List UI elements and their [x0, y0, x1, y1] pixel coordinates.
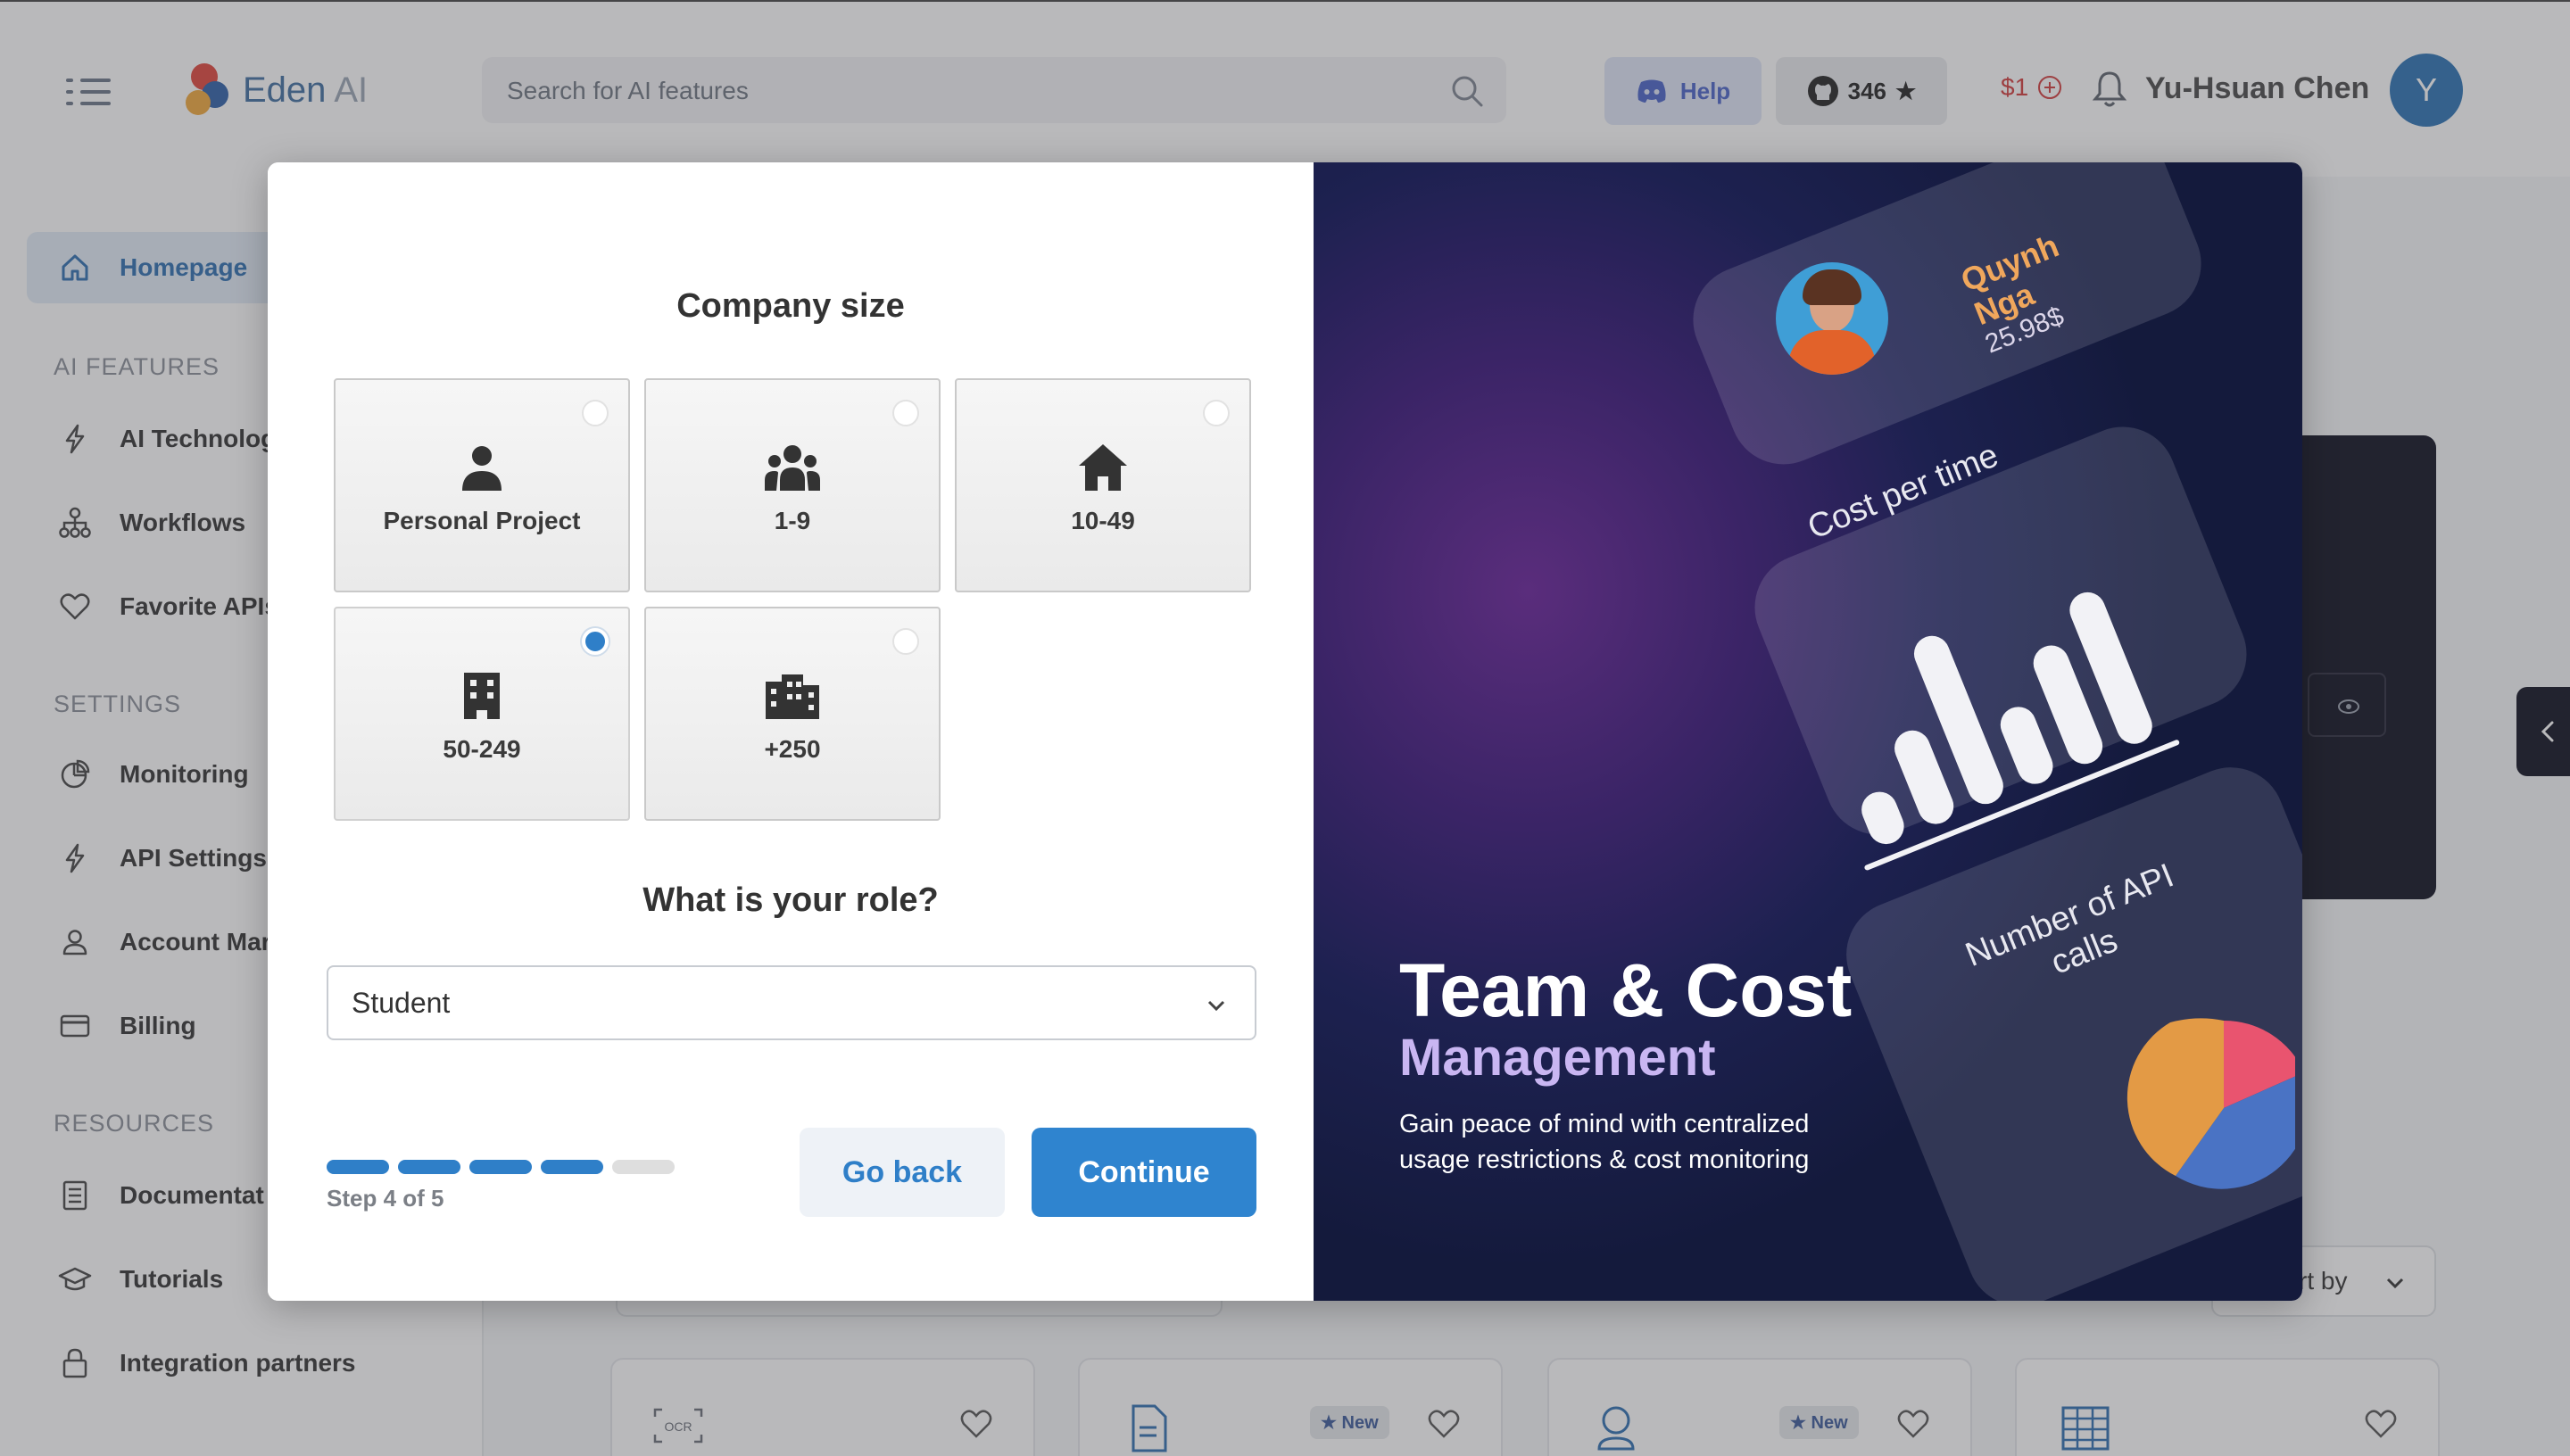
- step-counter: Step 4 of 5: [327, 1185, 444, 1212]
- role-select-value: Student: [352, 987, 451, 1019]
- promo-description: Gain peace of mind with centralized usag…: [1399, 1110, 1810, 1174]
- profile-photo: [1776, 262, 1888, 375]
- step-indicator-done: [327, 1160, 389, 1174]
- company-size-option-personal[interactable]: Personal Project: [334, 378, 630, 592]
- option-label: 10-49: [1071, 507, 1135, 534]
- radio-button[interactable]: [892, 400, 919, 426]
- continue-button[interactable]: Continue: [1032, 1128, 1256, 1217]
- option-label: 1-9: [774, 507, 811, 534]
- step-indicator-pending: [612, 1160, 675, 1174]
- go-back-button[interactable]: Go back: [800, 1128, 1005, 1217]
- onboarding-modal: Company size Personal Project 1-9 10-49 …: [268, 162, 2302, 1301]
- company-size-option-250-plus[interactable]: +250: [644, 607, 941, 821]
- radio-button[interactable]: [582, 400, 609, 426]
- radio-button[interactable]: [892, 628, 919, 655]
- step-indicator-done: [469, 1160, 532, 1174]
- promo-panel: Quynh Nga 25.98$ Cost per time Number of…: [1314, 162, 2302, 1301]
- role-title: What is your role?: [642, 881, 939, 919]
- option-label: 50-249: [443, 735, 521, 763]
- option-label: Personal Project: [383, 507, 581, 534]
- role-select[interactable]: Student: [327, 965, 1256, 1040]
- radio-button[interactable]: [1203, 400, 1230, 426]
- onboarding-form: Company size Personal Project 1-9 10-49 …: [268, 162, 1314, 1301]
- promo-subtitle: Management: [1399, 1029, 1716, 1087]
- promo-title: Team & Cost: [1399, 948, 1853, 1032]
- person-icon: [462, 446, 502, 491]
- step-indicator-done: [541, 1160, 603, 1174]
- city-icon: [766, 674, 819, 719]
- radio-button-selected[interactable]: [582, 628, 609, 655]
- house-icon: [1079, 444, 1127, 491]
- pie-chart-illustration: [2126, 1018, 2295, 1189]
- group-icon: [765, 445, 820, 491]
- company-size-title: Company size: [676, 287, 905, 325]
- option-label: +250: [764, 735, 821, 763]
- chevron-down-icon: [1207, 1000, 1225, 1012]
- company-size-option-10-49[interactable]: 10-49: [955, 378, 1251, 592]
- building-icon: [464, 673, 500, 719]
- company-size-option-1-9[interactable]: 1-9: [644, 378, 941, 592]
- step-indicator-done: [398, 1160, 460, 1174]
- company-size-option-50-249[interactable]: 50-249: [334, 607, 630, 821]
- step-progress: [327, 1160, 675, 1174]
